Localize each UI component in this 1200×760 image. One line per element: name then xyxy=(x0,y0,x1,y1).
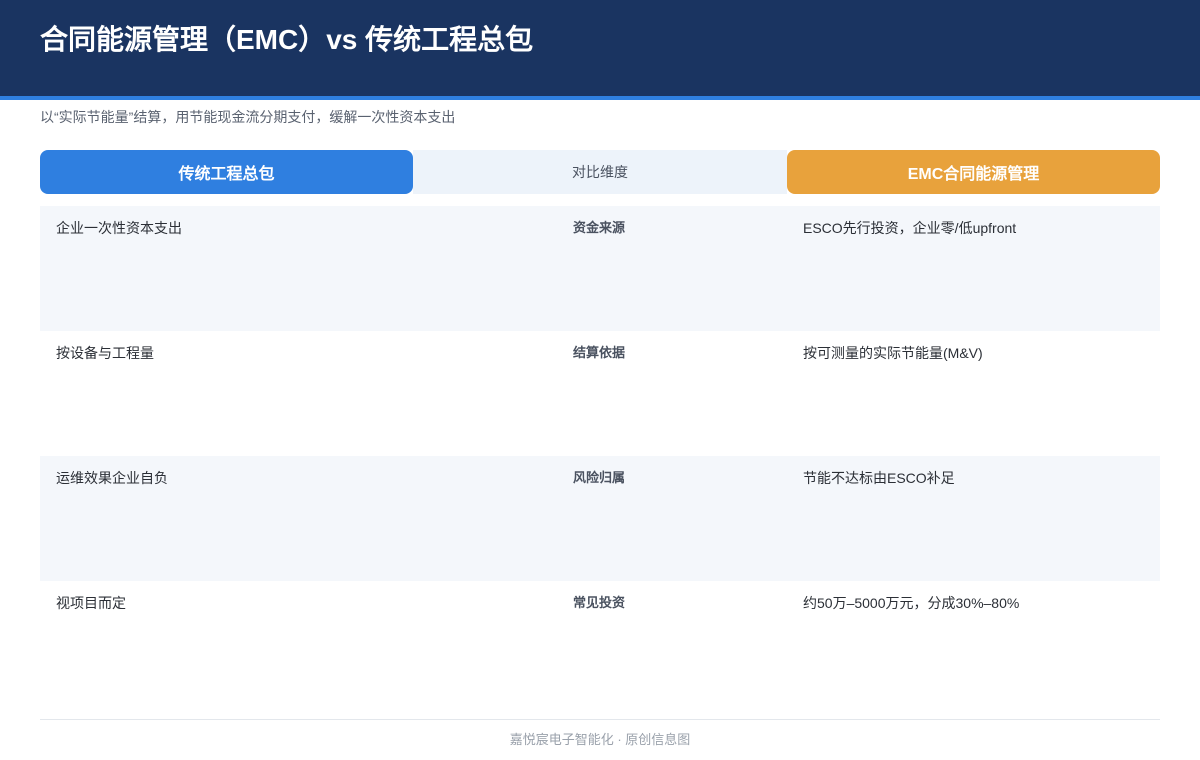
dimension-cell: 风险归属 xyxy=(573,470,626,485)
traditional-cell: 按设备与工程量 xyxy=(56,345,154,361)
emc-cell: 约50万–5000万元，分成30%–80% xyxy=(803,595,1020,611)
traditional-cell: 视项目而定 xyxy=(56,595,126,611)
traditional-cell: 运维效果企业自负 xyxy=(56,470,168,486)
comparison-row-investment: 视项目而定 常见投资 约50万–5000万元，分成30%–80% xyxy=(40,581,1160,706)
dimension-cell: 常见投资 xyxy=(573,595,626,610)
page-title: 合同能源管理（EMC）vs 传统工程总包 xyxy=(40,24,534,55)
comparison-row-funding: 企业一次性资本支出 资金来源 ESCO先行投资，企业零/低upfront xyxy=(40,206,1160,331)
dimension-cell: 结算依据 xyxy=(573,345,626,360)
comparison-row-settlement: 按设备与工程量 结算依据 按可测量的实际节能量(M&V) xyxy=(40,331,1160,456)
footer-credit: 嘉悦宸电子智能化 · 原创信息图 xyxy=(509,732,691,747)
emc-cell: 节能不达标由ESCO补足 xyxy=(803,470,955,486)
dimension-cell: 资金来源 xyxy=(573,220,626,235)
traditional-cell: 企业一次性资本支出 xyxy=(56,220,182,236)
footer-divider xyxy=(40,719,1160,720)
page-subtitle: 以“实际节能量”结算，用节能现金流分期支付，缓解一次性资本支出 xyxy=(40,109,456,125)
emc-cell: ESCO先行投资，企业零/低upfront xyxy=(803,220,1017,236)
comparison-row-risk: 运维效果企业自负 风险归属 节能不达标由ESCO补足 xyxy=(40,456,1160,581)
column-header-emc: EMC合同能源管理 xyxy=(787,150,1160,194)
emc-cell: 按可测量的实际节能量(M&V) xyxy=(803,345,983,361)
column-header-dimension: 对比维度 xyxy=(413,150,787,194)
header-banner: 合同能源管理（EMC）vs 传统工程总包 xyxy=(0,0,1200,100)
column-header-traditional: 传统工程总包 xyxy=(40,150,413,194)
